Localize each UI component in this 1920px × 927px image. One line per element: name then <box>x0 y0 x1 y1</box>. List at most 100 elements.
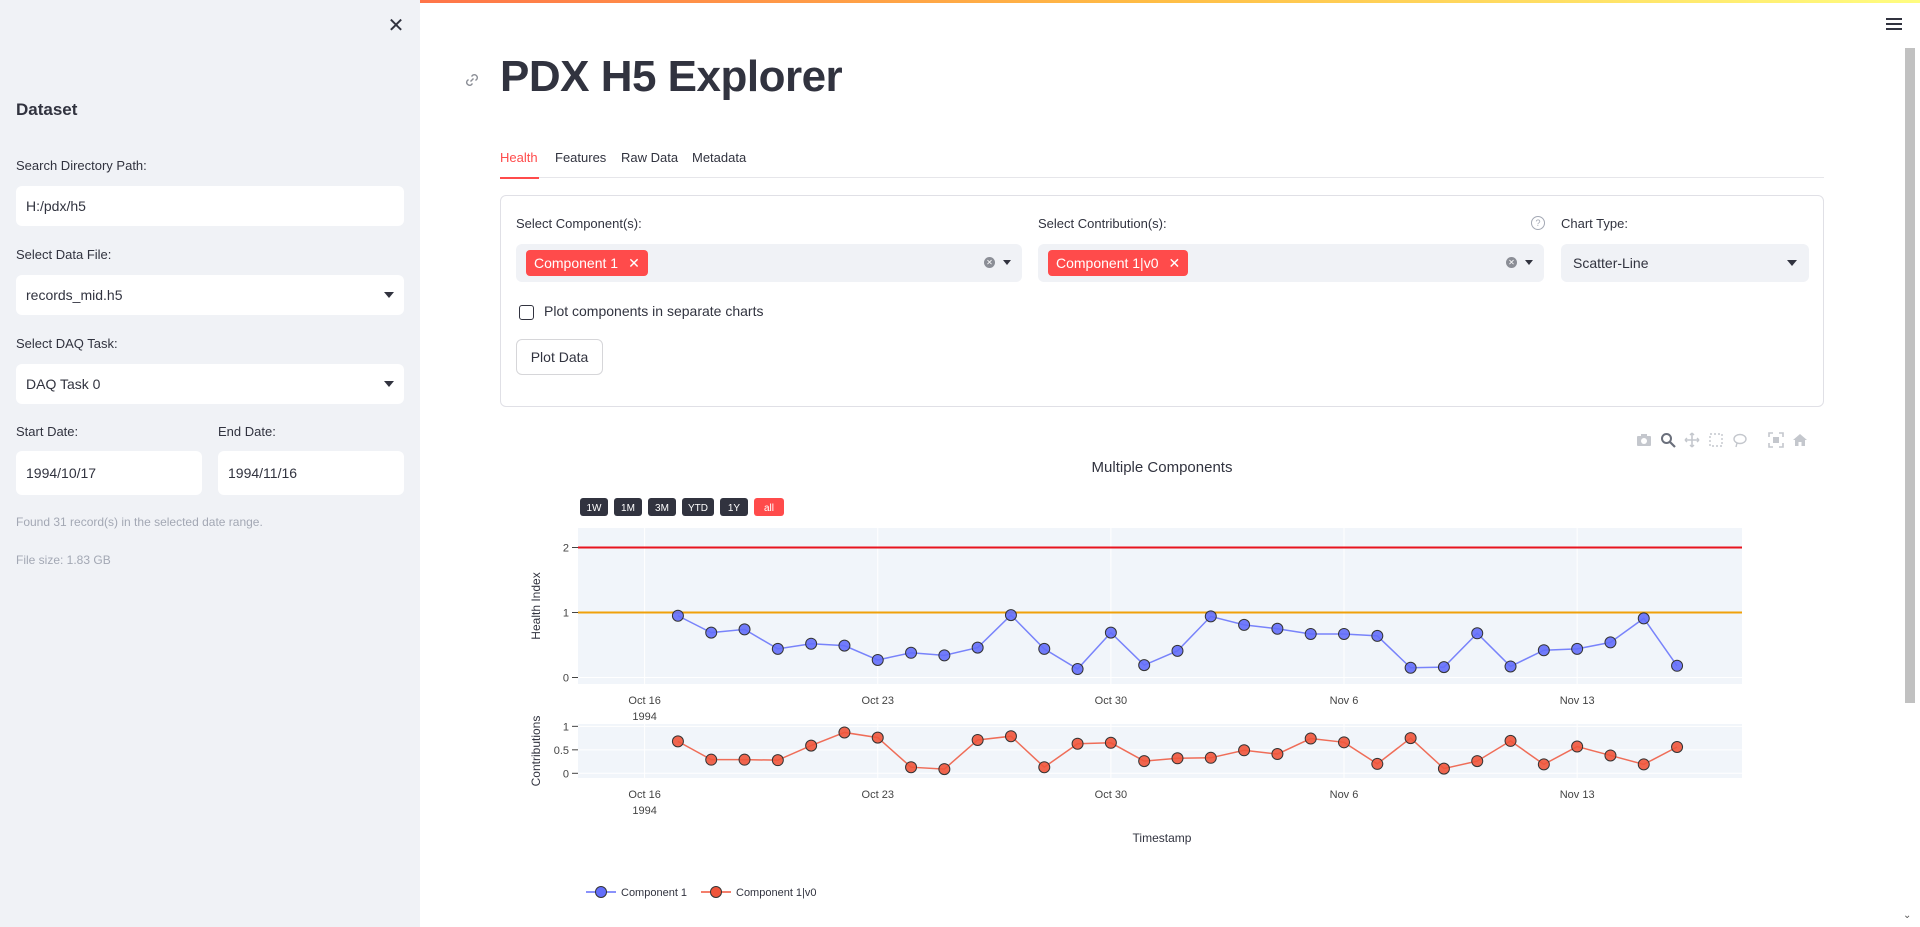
legend-label: Component 1|v0 <box>736 887 817 899</box>
x-axis-label: Timestamp <box>1133 831 1192 845</box>
autoscale-icon[interactable] <box>1768 432 1784 448</box>
range-button-label: 1M <box>621 503 635 514</box>
x-tick-label: Oct 23 <box>862 695 894 707</box>
clear-icon[interactable]: ✕ <box>984 257 995 268</box>
x-tick-sublabel: 1994 <box>632 805 656 817</box>
data-point <box>705 626 718 639</box>
tab-health[interactable]: Health <box>500 150 538 165</box>
box-select-icon[interactable] <box>1708 432 1724 448</box>
chevron-down-icon <box>1787 260 1797 266</box>
contributions-label: Select Contribution(s): <box>1038 216 1167 231</box>
separate-charts-checkbox[interactable] <box>519 305 534 320</box>
lasso-select-icon[interactable] <box>1732 432 1748 448</box>
scroll-down-arrow-icon[interactable]: ⌄ <box>1903 910 1911 921</box>
data-point <box>1537 644 1550 657</box>
end-date-input[interactable]: 1994/11/16 <box>218 451 404 495</box>
chevron-down-icon <box>384 381 394 387</box>
data-point <box>1271 622 1284 635</box>
y-tick-label: 0.5 <box>554 745 569 757</box>
active-tab-indicator <box>500 177 539 179</box>
daq-task-select[interactable]: DAQ Task 0 <box>16 364 404 404</box>
data-point <box>1371 629 1384 642</box>
data-point <box>1171 644 1184 657</box>
data-point <box>738 753 751 766</box>
data-point <box>1204 610 1217 623</box>
scrollbar-thumb[interactable] <box>1905 48 1915 703</box>
data-point <box>1371 757 1384 770</box>
data-point <box>871 653 884 666</box>
tab-metadata[interactable]: Metadata <box>692 150 746 165</box>
menu-icon-bar <box>1886 23 1902 25</box>
start-date-label: Start Date: <box>16 424 79 439</box>
data-point <box>971 733 984 746</box>
file-size-text: File size: 1.83 GB <box>16 553 111 567</box>
data-point <box>1504 660 1517 673</box>
remove-tag-icon[interactable]: ✕ <box>628 255 640 272</box>
tab-features[interactable]: Features <box>555 150 606 165</box>
tab-raw-data[interactable]: Raw Data <box>621 150 678 165</box>
data-point <box>671 609 684 622</box>
data-point <box>1038 761 1051 774</box>
data-point <box>838 639 851 652</box>
component-tag: Component 1 ✕ <box>526 250 648 276</box>
data-point <box>1271 748 1284 761</box>
remove-tag-icon[interactable]: ✕ <box>1168 255 1180 272</box>
x-tick-label: Oct 16 <box>628 789 660 801</box>
link-icon[interactable] <box>462 70 482 90</box>
menu-icon-bar <box>1886 28 1902 30</box>
data-point <box>738 623 751 636</box>
chevron-down-icon <box>384 292 394 298</box>
data-file-select[interactable]: records_mid.h5 <box>16 275 404 315</box>
data-point <box>805 739 818 752</box>
main-menu-button[interactable] <box>1886 18 1904 32</box>
tab-bar: Health Features Raw Data Metadata <box>500 146 1824 178</box>
data-point <box>1604 749 1617 762</box>
close-icon: ✕ <box>387 15 405 37</box>
clear-icon[interactable]: ✕ <box>1506 257 1517 268</box>
data-point <box>938 763 951 776</box>
y-tick-label: 0 <box>563 673 569 685</box>
chart-type-select[interactable]: Scatter-Line <box>1561 244 1809 282</box>
chevron-down-icon[interactable] <box>1525 260 1533 265</box>
plot-area-1 <box>578 528 1742 684</box>
data-point <box>1637 758 1650 771</box>
pan-icon[interactable] <box>1684 432 1700 448</box>
y-axis-label: Health Index <box>529 572 543 639</box>
legend-label: Component 1 <box>621 887 687 899</box>
data-point <box>1071 663 1084 676</box>
records-found-text: Found 31 record(s) in the selected date … <box>16 515 263 529</box>
y-axis-label: Contributions <box>529 716 543 787</box>
x-tick-label: Oct 30 <box>1095 789 1127 801</box>
close-sidebar-button[interactable]: ✕ <box>384 14 408 38</box>
data-point <box>1671 741 1684 754</box>
data-point <box>971 641 984 654</box>
data-point <box>1038 642 1051 655</box>
help-icon[interactable]: ? <box>1531 216 1545 230</box>
data-point <box>1671 659 1684 672</box>
data-point <box>1238 744 1251 757</box>
legend-marker <box>595 886 607 898</box>
range-button-label: 3M <box>655 503 669 514</box>
components-multiselect[interactable]: Component 1 ✕ ✕ <box>516 244 1022 282</box>
data-point <box>1471 755 1484 768</box>
data-point <box>1204 751 1217 764</box>
chevron-down-icon[interactable] <box>1003 260 1011 265</box>
zoom-icon[interactable] <box>1660 432 1676 448</box>
data-point <box>905 761 918 774</box>
x-tick-label: Oct 16 <box>628 695 660 707</box>
range-button-label: all <box>764 503 774 514</box>
sidebar-heading: Dataset <box>16 100 78 119</box>
data-point <box>1437 661 1450 674</box>
menu-icon <box>1886 18 1902 20</box>
start-date-input[interactable]: 1994/10/17 <box>16 451 202 495</box>
home-icon[interactable] <box>1792 432 1808 448</box>
contributions-multiselect[interactable]: Component 1|v0 ✕ ✕ <box>1038 244 1544 282</box>
camera-icon[interactable] <box>1636 432 1652 448</box>
health-chart[interactable]: Multiple Components 1W 1M 3M YTD 1Y all 0 1 2 Heal… <box>500 450 1824 927</box>
data-point <box>1071 737 1084 750</box>
plot-data-button[interactable]: Plot Data <box>516 339 603 375</box>
search-directory-input[interactable]: H:/pdx/h5 <box>16 186 404 226</box>
data-point <box>805 637 818 650</box>
chart-type-value: Scatter-Line <box>1573 255 1649 271</box>
data-point <box>1004 730 1017 743</box>
